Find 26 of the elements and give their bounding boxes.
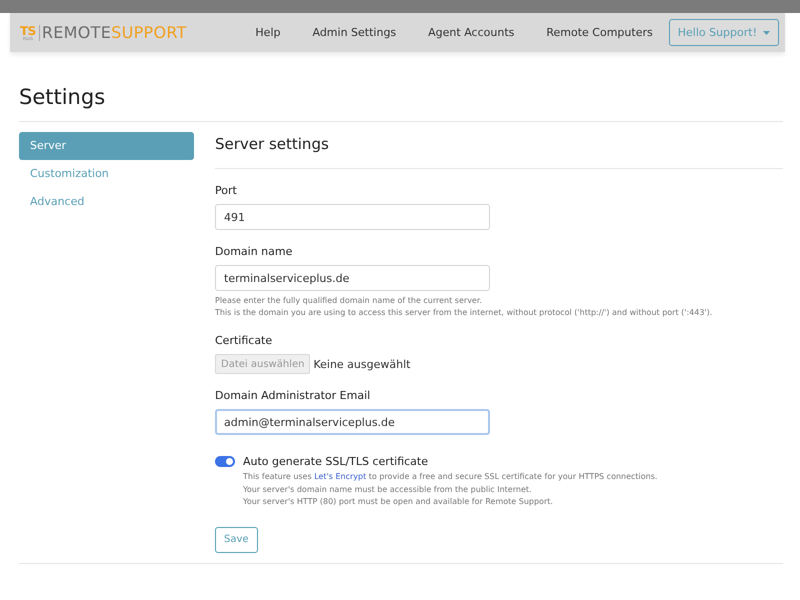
input-field[interactable]: admin@terminalserviceplus.de <box>215 409 490 435</box>
toggle-label: Auto generate SSL/TLS certificate <box>243 455 428 468</box>
logo-text: TS <box>20 24 36 36</box>
input-field[interactable]: 491 <box>215 204 490 230</box>
file-status: Keine ausgewählt <box>313 358 410 370</box>
toggle-switch[interactable] <box>215 456 235 467</box>
link[interactable]: Let's Encrypt <box>314 472 366 481</box>
nav-link[interactable]: Admin Settings <box>296 26 412 39</box>
nav-link[interactable]: Remote Computers <box>530 26 669 39</box>
page-title: Settings <box>19 84 106 111</box>
field-label: Port <box>215 183 238 199</box>
caret-icon <box>763 30 770 34</box>
logo-text: SUPPORT <box>111 23 187 42</box>
logo-text: REMOTE <box>42 23 112 42</box>
nav-link[interactable]: Agent Accounts <box>412 26 530 39</box>
field-label: Domain name <box>215 244 294 260</box>
field-label: Domain Administrator Email <box>215 388 372 404</box>
field-label: Certificate <box>215 333 274 349</box>
section-title: Server settings <box>215 134 330 154</box>
input-field[interactable]: terminalserviceplus.de <box>215 265 490 291</box>
help-text: This feature uses Let's Encrypt to provide a free and secure SSL certificate for your HTTPS connections. <box>243 471 658 483</box>
help-text: Your server's domain name must be accessible from the public Internet. <box>243 484 533 496</box>
help-text: Your server's HTTP (80) port must be open and available for Remote Support. <box>243 496 554 508</box>
nav-link[interactable]: Help <box>239 26 296 39</box>
help-text: This is the domain you are using to access this server from the internet, without protocol ('http://') and without port (':443'). <box>215 307 714 319</box>
help-text: Please enter the fully qualified domain name of the current server. <box>215 295 483 307</box>
